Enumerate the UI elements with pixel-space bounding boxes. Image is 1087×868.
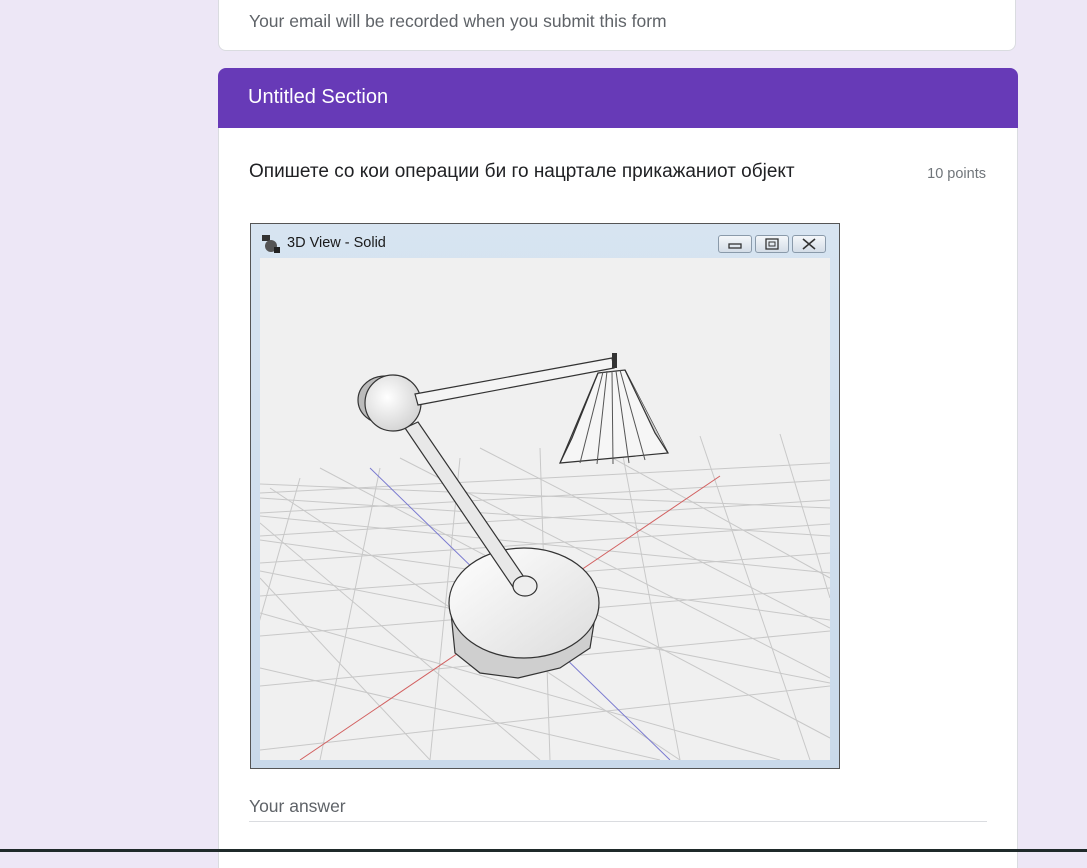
- section-title: Untitled Section: [248, 86, 389, 108]
- section-header: Untitled Section: [218, 68, 1018, 128]
- question-title: Опишете со кои операции би го нацртале п…: [249, 161, 795, 182]
- answer-input[interactable]: Your answer: [249, 796, 346, 817]
- lamp-render: [260, 353, 830, 760]
- close-icon: [792, 235, 826, 253]
- image-window-title: 3D View - Solid: [287, 235, 386, 251]
- question-image: 3D View - Solid: [250, 223, 840, 769]
- answer-underline: [249, 821, 987, 822]
- maximize-icon: [755, 235, 789, 253]
- email-notice: Your email will be recorded when you sub…: [249, 11, 667, 31]
- 3d-viewport: [260, 258, 830, 760]
- question-card: Опишете со кои операции би го нацртале п…: [218, 128, 1018, 868]
- question-points: 10 points: [927, 166, 986, 182]
- minimize-icon: [718, 235, 752, 253]
- form-header-card: Your email will be recorded when you sub…: [218, 0, 1016, 51]
- app-icon: [262, 235, 280, 253]
